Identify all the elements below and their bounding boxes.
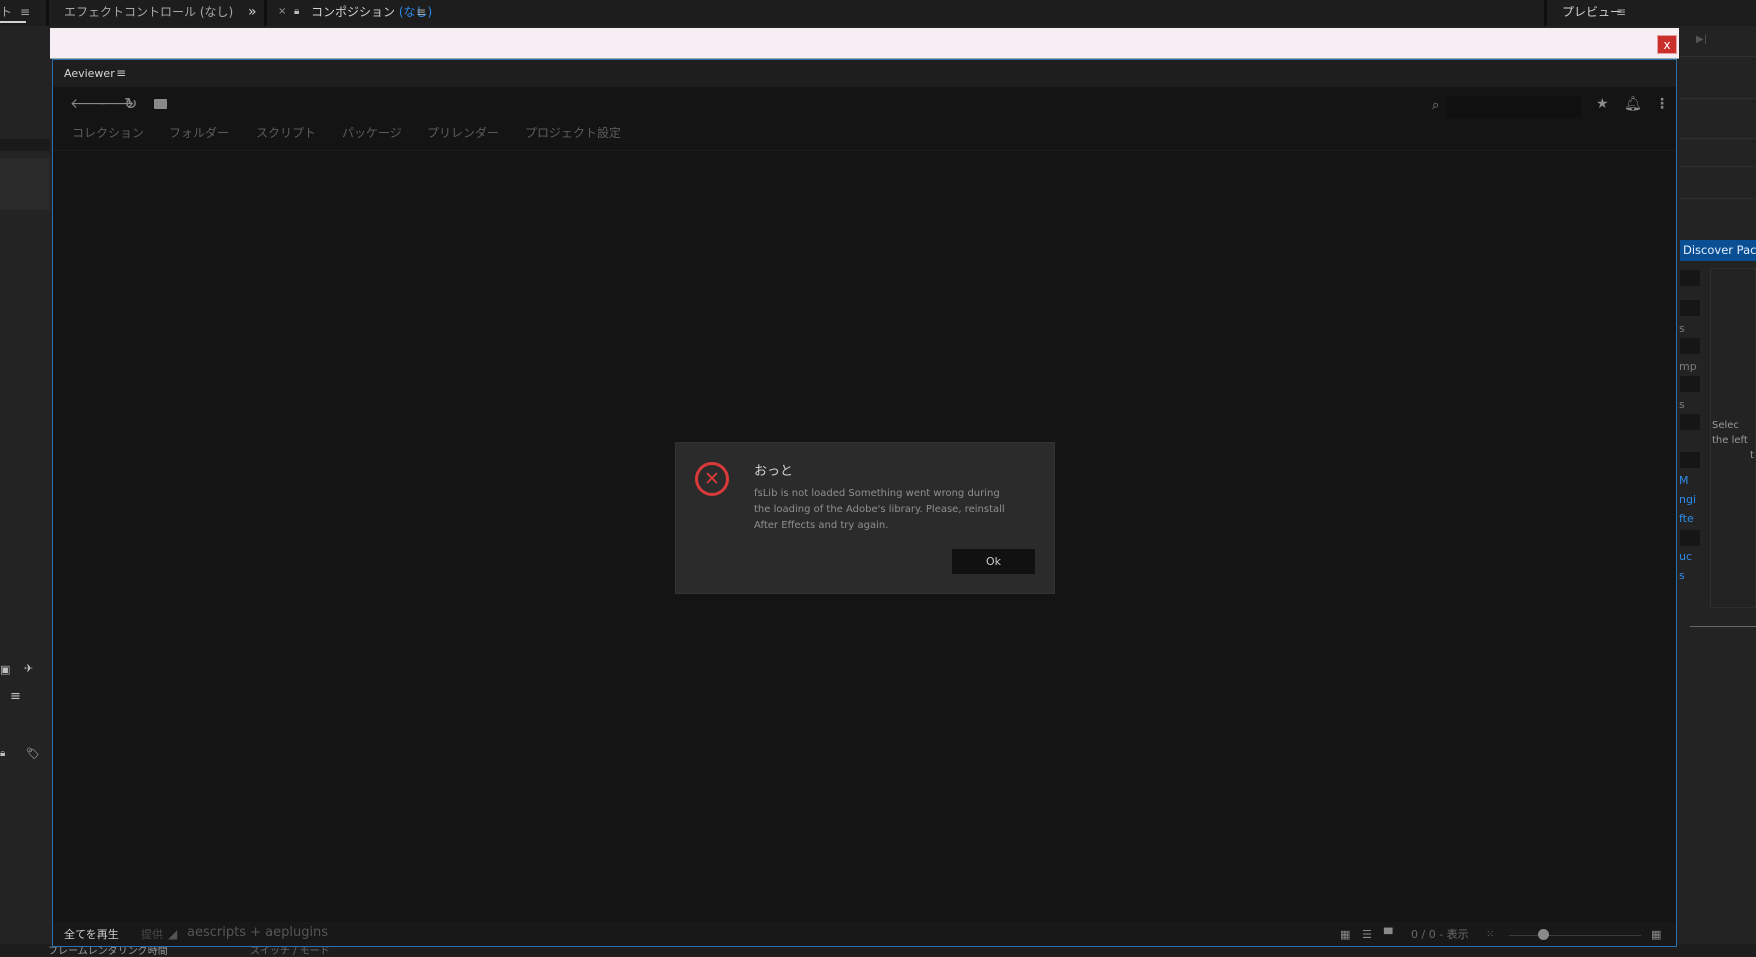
- tab-scripts[interactable]: スクリプト: [256, 124, 316, 142]
- composition-menu-icon[interactable]: ≡: [416, 0, 426, 24]
- brand-link[interactable]: aescripts + aeplugins: [187, 925, 328, 940]
- host-right-divider: [1680, 138, 1756, 139]
- notifications-bell-icon[interactable]: 🔔︎: [1624, 89, 1642, 119]
- item-count-label: 0 / 0 - 表示: [1411, 928, 1469, 941]
- error-x-icon: ✕: [695, 462, 729, 496]
- grid-view-icon[interactable]: ▦: [1340, 927, 1350, 942]
- list-item-text[interactable]: s: [1679, 322, 1685, 335]
- render-queue-icon[interactable]: ▣: [0, 663, 10, 676]
- list-item-link[interactable]: uc: [1679, 550, 1692, 563]
- aeviewer-header: [53, 60, 1676, 87]
- host-right-divider: [1680, 166, 1756, 167]
- search-icon[interactable]: ⌕: [1432, 91, 1439, 121]
- provided-by-label: 提供: [141, 928, 163, 941]
- ok-button[interactable]: Ok: [952, 549, 1035, 574]
- aescripts-logo-icon: ◢: [168, 927, 178, 941]
- host-panel-divider: [264, 0, 267, 26]
- list-item-link[interactable]: fte: [1679, 512, 1694, 525]
- list-item: [1680, 338, 1700, 354]
- select-hint-line: t: [1750, 450, 1754, 461]
- dialog-title: おっと: [754, 464, 794, 479]
- small-grid-icon[interactable]: ⁙: [1486, 927, 1494, 942]
- popup-close-button[interactable]: x: [1657, 35, 1677, 54]
- tab-collection[interactable]: コレクション: [72, 124, 144, 142]
- composition-close-icon[interactable]: ×: [278, 0, 286, 24]
- host-panel-divider: [46, 0, 49, 26]
- discover-pack-tab[interactable]: Discover Pack: [1680, 240, 1756, 261]
- lock-icon[interactable]: 🔒︎: [0, 748, 5, 759]
- tab-divider: [53, 150, 1676, 151]
- tab-effect-controls-value: (なし): [199, 5, 234, 19]
- popup-titlebar[interactable]: [50, 28, 1679, 59]
- list-item: [1680, 270, 1700, 286]
- tab-composition-label: コンポジション: [311, 5, 396, 19]
- list-item-text[interactable]: s: [1679, 398, 1685, 411]
- list-item: [1680, 300, 1700, 316]
- right-slider-track[interactable]: [1690, 626, 1756, 627]
- tab-effect-controls-label: エフェクトコントロール: [64, 5, 197, 19]
- list-item: [1680, 530, 1700, 546]
- tab-prerender[interactable]: プリレンダー: [427, 124, 499, 142]
- list-item-link[interactable]: M: [1679, 474, 1689, 487]
- slider-thumb[interactable]: [1538, 929, 1549, 940]
- list-view-icon[interactable]: ☰: [1362, 927, 1372, 942]
- send-icon[interactable]: ✈: [24, 662, 33, 675]
- list-item: [1680, 414, 1700, 430]
- play-all-button[interactable]: 全てを再生: [64, 927, 119, 942]
- host-right-divider: [1680, 98, 1756, 99]
- composition-lock-icon[interactable]: 🔒︎: [294, 0, 299, 24]
- tab-composition[interactable]: コンポジション (なし): [311, 0, 432, 24]
- tab-folder[interactable]: フォルダー: [169, 124, 229, 142]
- refresh-icon[interactable]: ↻: [124, 89, 137, 119]
- host-top-panel-bar: ト ≡ エフェクトコントロール (なし) » × 🔒︎ コンポジション (なし)…: [0, 0, 1756, 26]
- search-input[interactable]: [1447, 96, 1581, 118]
- host-left-strip: [0, 139, 50, 151]
- select-hint-line: the left: [1712, 435, 1748, 446]
- list-item: [1680, 376, 1700, 392]
- tab-packages[interactable]: パッケージ: [342, 124, 402, 142]
- list-item-link[interactable]: ngi: [1679, 493, 1696, 506]
- host-right-divider: [1680, 56, 1756, 57]
- select-hint-text: Selec the left t: [1712, 418, 1754, 463]
- host-right-divider: [1680, 198, 1756, 199]
- host-panel-divider: [1544, 0, 1547, 26]
- host-left-block: [0, 158, 50, 210]
- host-left-panel: ▣ ✈ ≡ 🔒︎ 🏷︎: [0, 26, 50, 956]
- tab-preview[interactable]: プレビュー: [1562, 0, 1622, 24]
- aeviewer-menu-icon[interactable]: ≡: [116, 61, 126, 86]
- select-hint-line: Selec: [1712, 420, 1739, 431]
- aeviewer-title: Aeviewer: [64, 67, 115, 80]
- favorites-star-icon[interactable]: ★: [1596, 89, 1609, 119]
- host-active-tab-underline: [0, 21, 26, 23]
- thumbnail-size-slider[interactable]: [1509, 935, 1641, 936]
- tab-effect-controls[interactable]: エフェクトコントロール (なし): [64, 0, 233, 24]
- thumbnail-view-icon[interactable]: ▀: [1384, 927, 1392, 942]
- list-item: [1680, 452, 1700, 468]
- more-options-icon[interactable]: ⋮: [1655, 89, 1669, 119]
- dialog-message: fsLib is not loaded Something went wrong…: [754, 488, 1005, 531]
- expand-panels-icon[interactable]: »: [248, 0, 257, 24]
- tag-icon[interactable]: 🏷︎: [26, 747, 40, 760]
- folder-icon[interactable]: [154, 99, 167, 109]
- preview-menu-icon[interactable]: ≡: [1616, 0, 1626, 24]
- list-item-text[interactable]: mp: [1679, 360, 1697, 373]
- play-last-frame-icon[interactable]: ▶|: [1696, 34, 1707, 45]
- tab-project-settings[interactable]: プロジェクト設定: [525, 124, 621, 142]
- large-grid-icon[interactable]: ▦: [1651, 927, 1661, 942]
- host-left-menu-icon[interactable]: ≡: [10, 689, 21, 704]
- list-item-link[interactable]: s: [1679, 569, 1685, 582]
